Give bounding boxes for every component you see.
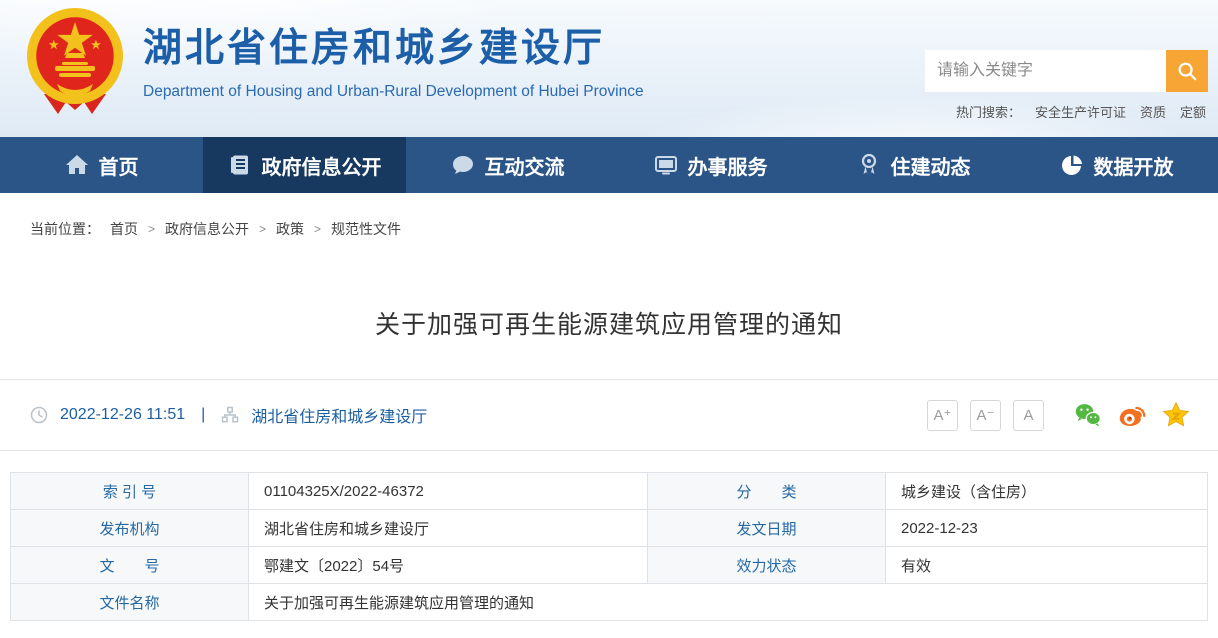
site-header: 湖北省住房和城乡建设厅 Department of Housing and Ur… bbox=[0, 0, 1218, 137]
share-icons bbox=[1074, 401, 1190, 429]
font-smaller-button[interactable]: A⁻ bbox=[970, 400, 1001, 431]
hot-search: 热门搜索： 安全生产许可证 资质 定额 bbox=[956, 102, 1206, 121]
breadcrumb-separator: > bbox=[314, 222, 321, 236]
issuing-agency-value: 湖北省住房和城乡建设厅 bbox=[249, 510, 648, 547]
site-titles: 湖北省住房和城乡建设厅 Department of Housing and Ur… bbox=[143, 17, 644, 101]
home-icon bbox=[65, 153, 89, 177]
document-number-label: 文 号 bbox=[11, 547, 249, 584]
page: 湖北省住房和城乡建设厅 Department of Housing and Ur… bbox=[0, 0, 1218, 638]
nav-label: 住建动态 bbox=[891, 151, 971, 180]
document-info-table: 索 引 号 01104325X/2022-46372 分 类 城乡建设（含住房）… bbox=[10, 472, 1208, 621]
breadcrumb-separator: > bbox=[259, 222, 266, 236]
hot-search-link-1[interactable]: 安全生产许可证 bbox=[1035, 102, 1126, 121]
wechat-share-icon[interactable] bbox=[1074, 401, 1102, 429]
category-value: 城乡建设（含住房） bbox=[886, 473, 1208, 510]
article-meta-bar: 2022-12-26 11:51 | 湖北省住房和城乡建设厅 A⁺ A⁻ A bbox=[0, 380, 1218, 451]
document-name-label: 文件名称 bbox=[11, 584, 249, 621]
nav-item-gov-info[interactable]: 政府信息公开 bbox=[203, 137, 406, 193]
monitor-icon bbox=[654, 153, 678, 177]
font-larger-button[interactable]: A⁺ bbox=[927, 400, 958, 431]
main-nav: 首页 政府信息公开 互动交流 办事服务 bbox=[0, 137, 1218, 193]
weibo-share-icon[interactable] bbox=[1118, 401, 1146, 429]
nav-item-news[interactable]: 住建动态 bbox=[812, 137, 1015, 193]
search-button[interactable] bbox=[1166, 50, 1208, 92]
breadcrumb-home[interactable]: 首页 bbox=[110, 219, 138, 239]
nav-label: 数据开放 bbox=[1094, 151, 1174, 180]
nav-item-home[interactable]: 首页 bbox=[0, 137, 203, 193]
hot-search-link-2[interactable]: 资质 bbox=[1140, 102, 1166, 121]
breadcrumb-normative-docs[interactable]: 规范性文件 bbox=[331, 219, 401, 239]
breadcrumb-separator: > bbox=[148, 222, 155, 236]
breadcrumb: 当前位置： 首页 > 政府信息公开 > 政策 > 规范性文件 bbox=[0, 193, 1218, 239]
table-row: 索 引 号 01104325X/2022-46372 分 类 城乡建设（含住房） bbox=[11, 473, 1208, 510]
index-number-label: 索 引 号 bbox=[11, 473, 249, 510]
document-number-value: 鄂建文〔2022〕54号 bbox=[249, 547, 648, 584]
validity-status-label: 效力状态 bbox=[648, 547, 886, 584]
table-row: 文件名称 关于加强可再生能源建筑应用管理的通知 bbox=[11, 584, 1208, 621]
issue-date-label: 发文日期 bbox=[648, 510, 886, 547]
nav-item-open-data[interactable]: 数据开放 bbox=[1015, 137, 1218, 193]
search-icon bbox=[1176, 60, 1198, 82]
breadcrumb-label: 当前位置： bbox=[30, 219, 100, 239]
clock-icon bbox=[30, 406, 48, 424]
article-source: 湖北省住房和城乡建设厅 bbox=[251, 403, 427, 427]
search-bar bbox=[925, 50, 1208, 92]
breadcrumb-gov-info[interactable]: 政府信息公开 bbox=[165, 219, 249, 239]
hot-search-link-3[interactable]: 定额 bbox=[1180, 102, 1206, 121]
site-title: 湖北省住房和城乡建设厅 bbox=[143, 17, 644, 73]
font-reset-button[interactable]: A bbox=[1013, 400, 1044, 431]
national-emblem-logo bbox=[24, 6, 126, 118]
validity-status-value: 有效 bbox=[886, 547, 1208, 584]
medal-icon bbox=[857, 153, 881, 177]
publish-time: 2022-12-26 11:51 bbox=[60, 406, 185, 424]
index-number-value: 01104325X/2022-46372 bbox=[249, 473, 648, 510]
chat-bubble-icon bbox=[451, 153, 475, 177]
breadcrumb-policy[interactable]: 政策 bbox=[276, 219, 304, 239]
organization-icon bbox=[221, 406, 239, 424]
nav-label: 互动交流 bbox=[485, 151, 565, 180]
site-subtitle: Department of Housing and Urban-Rural De… bbox=[143, 83, 644, 101]
document-name-value: 关于加强可再生能源建筑应用管理的通知 bbox=[249, 584, 1208, 621]
table-row: 文 号 鄂建文〔2022〕54号 效力状态 有效 bbox=[11, 547, 1208, 584]
hot-search-label: 热门搜索： bbox=[956, 102, 1021, 121]
issuing-agency-label: 发布机构 bbox=[11, 510, 249, 547]
category-label: 分 类 bbox=[648, 473, 886, 510]
article-meta-left: 2022-12-26 11:51 | 湖北省住房和城乡建设厅 bbox=[30, 403, 427, 427]
document-icon bbox=[228, 153, 252, 177]
qzone-share-icon[interactable] bbox=[1162, 401, 1190, 429]
table-row: 发布机构 湖北省住房和城乡建设厅 发文日期 2022-12-23 bbox=[11, 510, 1208, 547]
issue-date-value: 2022-12-23 bbox=[886, 510, 1208, 547]
nav-label: 政府信息公开 bbox=[262, 151, 382, 180]
article-meta-right: A⁺ A⁻ A bbox=[927, 400, 1190, 431]
meta-separator: | bbox=[201, 406, 205, 424]
nav-label: 首页 bbox=[99, 151, 139, 180]
article-title: 关于加强可再生能源建筑应用管理的通知 bbox=[0, 305, 1218, 341]
search-input[interactable] bbox=[925, 50, 1166, 92]
nav-item-interaction[interactable]: 互动交流 bbox=[406, 137, 609, 193]
pie-chart-icon bbox=[1060, 153, 1084, 177]
nav-item-services[interactable]: 办事服务 bbox=[609, 137, 812, 193]
nav-label: 办事服务 bbox=[688, 151, 768, 180]
